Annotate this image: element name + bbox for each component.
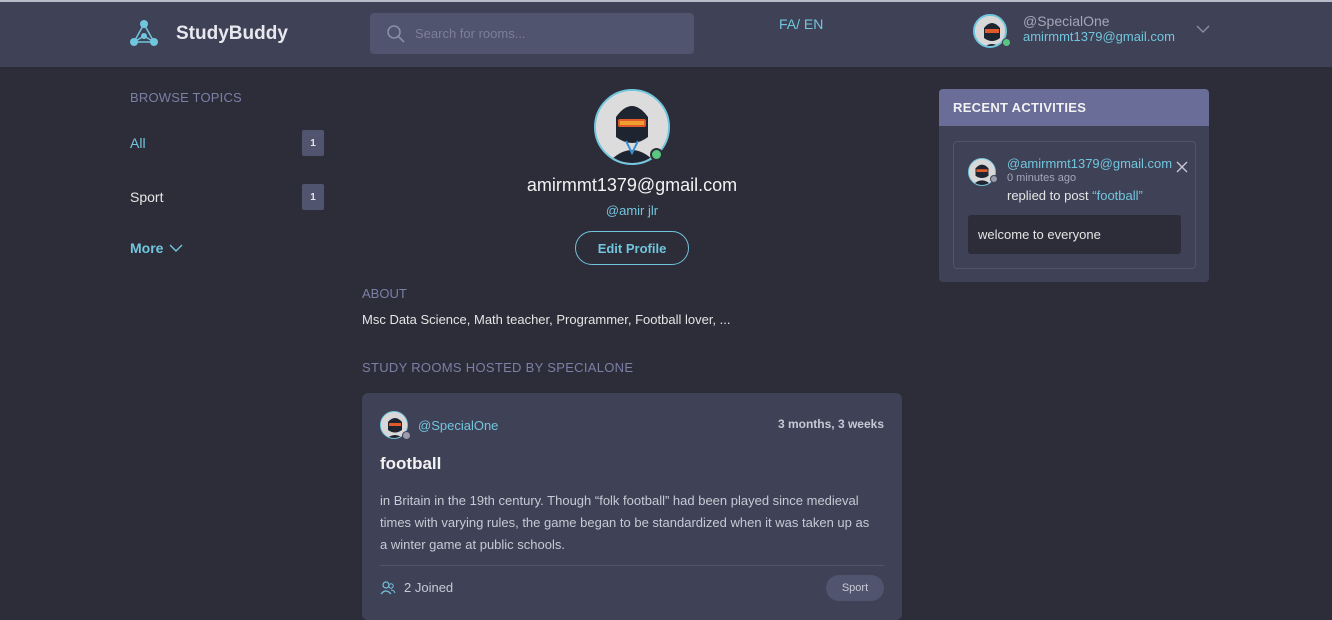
topic-count-badge: 1 (302, 184, 324, 210)
status-dot (402, 431, 411, 440)
about-text: Msc Data Science, Math teacher, Programm… (362, 312, 731, 327)
user-handle: @SpecialOne (1023, 13, 1110, 29)
topic-item-all[interactable]: All 1 (130, 130, 324, 156)
hosted-rooms-title: STUDY ROOMS HOSTED BY SPECIALONE (362, 360, 634, 375)
top-navbar: StudyBuddy FA/ EN @SpecialOne amirmmt137… (0, 0, 1332, 67)
recent-activities-panel: RECENT ACTIVITIES @amirmmt1379@gmail.com… (939, 89, 1209, 282)
browse-topics-title: BROWSE TOPICS (130, 90, 242, 105)
joined-label: 2 Joined (404, 580, 454, 595)
activity-quote: welcome to everyone (968, 215, 1181, 254)
language-toggle[interactable]: FA/ EN (779, 16, 823, 32)
app-name: StudyBuddy (176, 23, 288, 44)
divider (380, 565, 884, 566)
topic-label[interactable]: Sport (130, 189, 163, 205)
activity-post-link[interactable]: “football” (1092, 188, 1143, 203)
more-label: More (130, 240, 164, 256)
profile-handle: @amir jlr (605, 203, 659, 218)
activity-item: @amirmmt1379@gmail.com 0 minutes ago rep… (953, 141, 1196, 269)
topic-item-sport[interactable]: Sport 1 (130, 184, 324, 210)
chevron-down-icon (169, 244, 183, 252)
user-menu[interactable]: @SpecialOne amirmmt1379@gmail.com (973, 14, 1175, 48)
room-card[interactable]: @SpecialOne 3 months, 3 weeks football i… (362, 393, 902, 620)
room-title[interactable]: football (380, 454, 441, 474)
online-status-dot (1002, 38, 1011, 47)
online-status-dot (650, 148, 663, 161)
profile-email: amirmmt1379@gmail.com (526, 175, 738, 195)
room-time: 3 months, 3 weeks (777, 417, 884, 431)
topic-count-badge: 1 (302, 130, 324, 156)
close-icon[interactable] (1176, 161, 1188, 173)
activity-user[interactable]: @amirmmt1379@gmail.com (1007, 156, 1172, 171)
activity-time: 0 minutes ago (1007, 172, 1077, 184)
room-host-info[interactable]: @SpecialOne (380, 411, 498, 440)
edit-profile-button[interactable]: Edit Profile (575, 231, 689, 265)
app-logo[interactable]: StudyBuddy (128, 18, 288, 50)
room-host-name[interactable]: @SpecialOne (418, 418, 498, 433)
room-topic-tag[interactable]: Sport (826, 575, 884, 601)
topic-label[interactable]: All (130, 135, 146, 151)
activity-message: replied to post “football” (1007, 188, 1143, 203)
browse-topics: BROWSE TOPICS All 1 Sport 1 More (130, 90, 324, 256)
user-info: @SpecialOne amirmmt1379@gmail.com (1023, 13, 1175, 45)
chevron-down-icon[interactable] (1196, 22, 1210, 36)
room-description: in Britain in the 19th century. Though “… (380, 493, 870, 552)
more-topics-button[interactable]: More (130, 240, 183, 256)
about-title: ABOUT (362, 286, 407, 301)
status-dot (990, 175, 998, 183)
recent-activities-title: RECENT ACTIVITIES (939, 89, 1209, 126)
activity-action: replied to post (1007, 188, 1093, 203)
search-bar[interactable] (370, 13, 694, 54)
users-icon (380, 580, 396, 594)
room-joined-count: 2 Joined (380, 580, 453, 595)
search-input[interactable] (415, 26, 675, 41)
user-email: amirmmt1379@gmail.com (1023, 29, 1175, 44)
logo-icon (130, 20, 158, 46)
search-icon (387, 24, 405, 43)
